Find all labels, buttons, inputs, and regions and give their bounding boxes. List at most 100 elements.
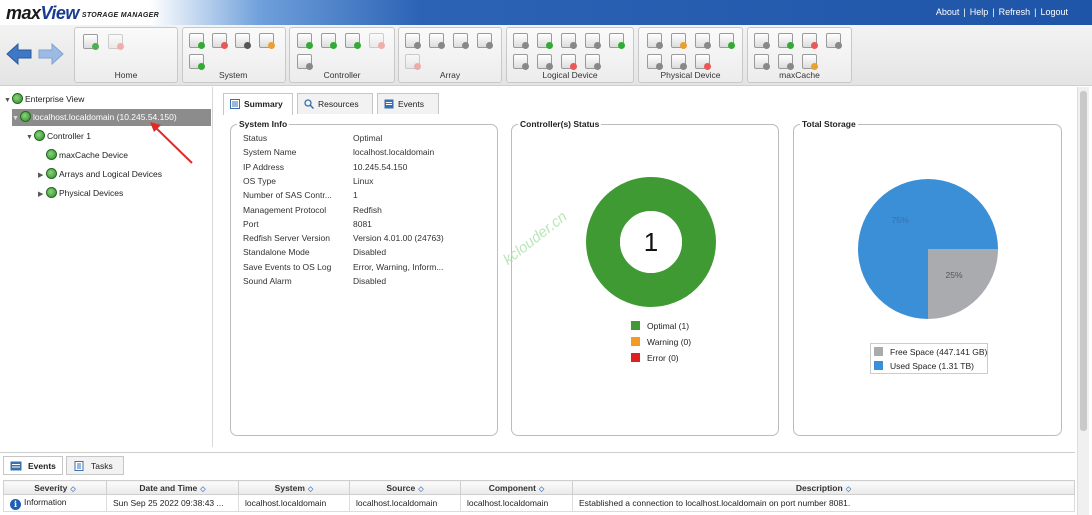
physical-device-remove-icon[interactable] — [695, 54, 711, 70]
system-refresh-icon[interactable] — [189, 54, 205, 70]
system-info-value: 10.245.54.150 — [353, 161, 408, 172]
enterprise-icon — [12, 93, 23, 104]
controller-settings-icon[interactable] — [321, 33, 337, 49]
total-storage-pie: 75% 25% — [858, 179, 998, 319]
physical-device-settings-icon[interactable] — [695, 33, 711, 49]
maxcache-settings-icon[interactable] — [826, 33, 842, 49]
about-link[interactable]: About — [936, 7, 960, 17]
physical-device-icon[interactable] — [647, 33, 663, 49]
maxcache-add-icon[interactable] — [778, 33, 794, 49]
column-header-source[interactable]: Source ◇ — [349, 480, 461, 495]
toolbar-group-label: Physical Device — [660, 70, 721, 80]
physical-device-locate-icon[interactable] — [671, 33, 687, 49]
array-view-icon[interactable] — [477, 33, 493, 49]
panel-title: Total Storage — [800, 119, 858, 129]
events-table: Severity ◇ Date and Time ◇ System ◇ Source ◇… — [3, 480, 1075, 512]
array-icon[interactable] — [405, 33, 421, 49]
help-link[interactable]: Help — [970, 7, 989, 17]
controller-update-icon[interactable] — [345, 33, 361, 49]
events-icon — [384, 99, 394, 109]
system-info-key: Management Protocol — [243, 204, 327, 215]
system-info-value: Error, Warning, Inform... — [353, 261, 444, 272]
array-expand-icon[interactable] — [429, 33, 445, 49]
column-header-severity[interactable]: Severity ◇ — [3, 480, 107, 495]
physical-device-view-icon[interactable] — [647, 54, 663, 70]
system-info-panel: System Info Status Optimal System Name loca… — [230, 119, 498, 436]
add-system-icon[interactable] — [83, 34, 99, 50]
system-settings-icon[interactable] — [189, 33, 205, 49]
column-header-system[interactable]: System ◇ — [238, 480, 350, 495]
system-log-icon[interactable] — [259, 33, 275, 49]
tab-events[interactable]: Events — [377, 93, 439, 114]
tab-label: Summary — [244, 99, 283, 109]
expand-triangle-icon[interactable]: ▼ — [12, 110, 20, 127]
tab-summary[interactable]: Summary — [223, 93, 293, 115]
system-info-key: OS Type — [243, 175, 276, 186]
column-header-description[interactable]: Description ◇ — [572, 480, 1075, 495]
tree-node-controller[interactable]: ▼ Controller 1 — [26, 128, 91, 145]
system-alert-icon[interactable] — [212, 33, 228, 49]
logo-text-view: View — [40, 3, 80, 23]
array-edit-icon[interactable] — [453, 33, 469, 49]
scrollbar-thumb[interactable] — [1080, 91, 1087, 431]
collapse-triangle-icon[interactable]: ▶ — [38, 167, 46, 184]
toolbar-group-label: maxCache — [779, 70, 820, 80]
total-storage-panel: Total Storage 75% 25% Free Space (447.14… — [793, 119, 1062, 436]
bottom-tab-events[interactable]: Events — [3, 456, 63, 475]
system-info-value: 8081 — [353, 218, 372, 229]
source-cell: localhost.localdomain — [349, 494, 461, 512]
collapse-triangle-icon[interactable]: ▶ — [38, 186, 46, 203]
maxcache-view-icon[interactable] — [754, 54, 770, 70]
bottom-tab-tasks[interactable]: Tasks — [66, 456, 124, 475]
tab-resources[interactable]: Resources — [297, 93, 373, 114]
column-header-datetime[interactable]: Date and Time ◇ — [106, 480, 239, 495]
annotation-arrow-icon — [150, 122, 193, 164]
logical-device-copy-icon[interactable] — [537, 54, 553, 70]
logical-device-expand-icon[interactable] — [609, 33, 625, 49]
column-header-component[interactable]: Component ◇ — [460, 480, 573, 495]
remove-system-icon[interactable] — [108, 34, 124, 50]
logical-device-view-icon[interactable] — [513, 54, 529, 70]
expand-triangle-icon[interactable]: ▼ — [4, 92, 12, 109]
tab-label: Resources — [318, 99, 359, 109]
toolbar-group-physical-device: Physical Device — [638, 27, 743, 83]
array-delete-icon[interactable] — [405, 54, 421, 70]
tree-node-enterprise-view[interactable]: ▼ Enterprise View — [4, 91, 84, 108]
sort-icon: ◇ — [200, 485, 206, 493]
nav-arrows — [6, 42, 66, 66]
system-info-key: Number of SAS Contr... — [243, 190, 332, 201]
logical-device-info-icon[interactable] — [585, 54, 601, 70]
physical-device-erase-icon[interactable] — [671, 54, 687, 70]
refresh-link[interactable]: Refresh — [999, 7, 1031, 17]
logical-device-edit-icon[interactable] — [585, 33, 601, 49]
maxcache-icon[interactable] — [754, 33, 770, 49]
add-logical-device-icon[interactable] — [537, 33, 553, 49]
expand-triangle-icon[interactable]: ▼ — [26, 129, 34, 146]
tree-node-maxcache[interactable]: maxCache Device — [38, 147, 128, 164]
vertical-scrollbar[interactable] — [1077, 87, 1089, 515]
top-links: About | Help | Refresh | Logout — [936, 7, 1068, 17]
logout-link[interactable]: Logout — [1040, 7, 1068, 17]
maxcache-remove-icon[interactable] — [802, 33, 818, 49]
controller-lock-icon[interactable] — [297, 54, 313, 70]
back-arrow-icon[interactable] — [6, 42, 32, 66]
controller-icon[interactable] — [297, 33, 313, 49]
logical-device-delete-icon[interactable] — [561, 54, 577, 70]
physical-device-add-icon[interactable] — [719, 33, 735, 49]
tree-node-arrays[interactable]: ▶ Arrays and Logical Devices — [38, 166, 162, 183]
controller-remove-icon[interactable] — [369, 33, 385, 49]
tree-node-physical-devices[interactable]: ▶ Physical Devices — [38, 185, 123, 202]
toolbar-group-label: Home — [114, 70, 138, 80]
bottom-panel: Events Tasks Severity ◇ Date and Time ◇ Sy… — [0, 452, 1075, 515]
maxcache-warning-icon[interactable] — [802, 54, 818, 70]
forward-arrow-icon[interactable] — [38, 42, 64, 66]
system-info-key: Standalone Mode — [243, 247, 310, 258]
search-icon — [304, 99, 314, 109]
maxcache-edit-icon[interactable] — [778, 54, 794, 70]
table-row[interactable]: i Information Sun Sep 25 2022 09:38:43 ..… — [3, 494, 1075, 512]
gear-icon[interactable] — [235, 33, 251, 49]
system-info-key: Status — [243, 133, 268, 143]
tree-node-label: Controller 1 — [47, 131, 91, 141]
logical-device-icon[interactable] — [513, 33, 529, 49]
logical-device-settings-icon[interactable] — [561, 33, 577, 49]
